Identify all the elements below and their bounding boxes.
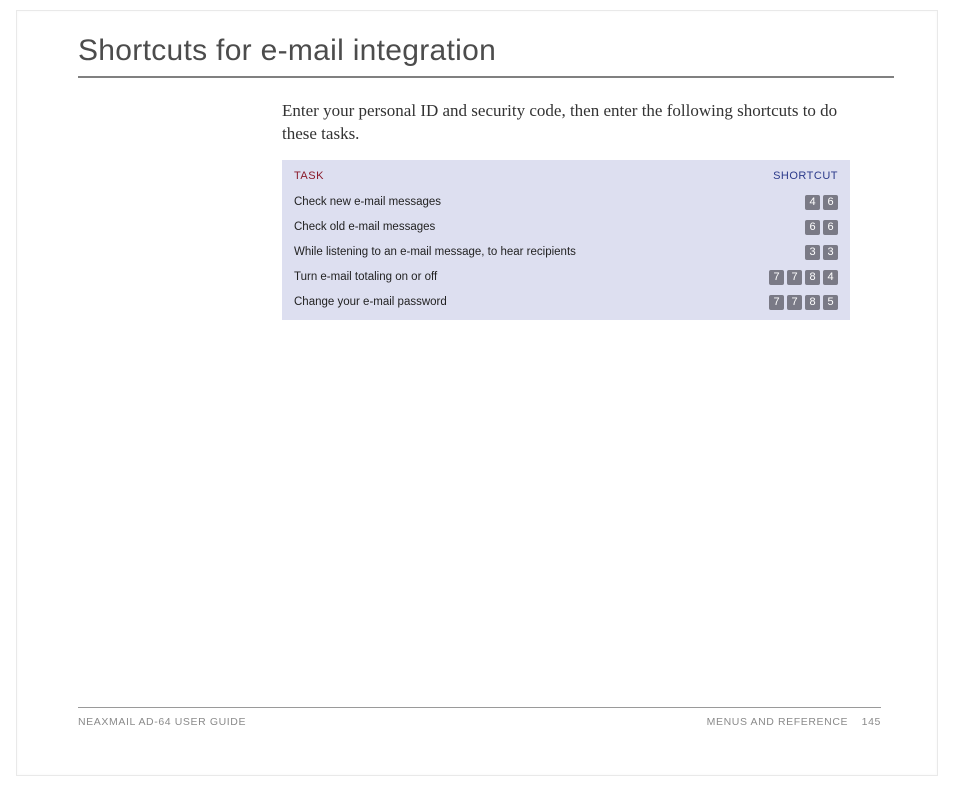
- col-header-shortcut: SHORTCUT: [714, 160, 850, 190]
- task-cell: Check old e-mail messages: [282, 215, 714, 240]
- key-icon: 6: [823, 220, 838, 235]
- page-title: Shortcuts for e-mail integration: [78, 34, 894, 68]
- task-cell: Turn e-mail totaling on or off: [282, 265, 714, 290]
- key-icon: 3: [823, 245, 838, 260]
- shortcut-cell: 46: [714, 190, 850, 215]
- col-header-task: TASK: [282, 160, 714, 190]
- task-cell: While listening to an e-mail message, to…: [282, 240, 714, 265]
- content-block: Enter your personal ID and security code…: [282, 100, 850, 320]
- key-icon: 6: [805, 220, 820, 235]
- shortcuts-table: TASK SHORTCUT Check new e-mail messages4…: [282, 160, 850, 320]
- footer-rule: [78, 707, 881, 708]
- footer-section: MENUS AND REFERENCE: [707, 716, 849, 728]
- key-icon: 3: [805, 245, 820, 260]
- footer-left: NEAXMAIL AD-64 USER GUIDE: [78, 716, 246, 728]
- task-cell: Change your e-mail password: [282, 290, 714, 320]
- page-body: Shortcuts for e-mail integration Enter y…: [0, 0, 954, 786]
- key-icon: 4: [805, 195, 820, 210]
- intro-text: Enter your personal ID and security code…: [282, 100, 850, 146]
- task-cell: Check new e-mail messages: [282, 190, 714, 215]
- shortcut-cell: 66: [714, 215, 850, 240]
- key-icon: 7: [769, 295, 784, 310]
- shortcut-cell: 7785: [714, 290, 850, 320]
- key-icon: 7: [787, 295, 802, 310]
- page-footer: NEAXMAIL AD-64 USER GUIDE MENUS AND REFE…: [78, 707, 881, 728]
- footer-page-number: 145: [862, 716, 881, 728]
- key-icon: 7: [769, 270, 784, 285]
- title-rule: [78, 76, 894, 78]
- table-row: Check new e-mail messages46: [282, 190, 850, 215]
- table-row: Change your e-mail password7785: [282, 290, 850, 320]
- key-icon: 6: [823, 195, 838, 210]
- key-icon: 4: [823, 270, 838, 285]
- key-icon: 7: [787, 270, 802, 285]
- key-icon: 8: [805, 295, 820, 310]
- key-icon: 8: [805, 270, 820, 285]
- table-row: Check old e-mail messages66: [282, 215, 850, 240]
- shortcut-cell: 7784: [714, 265, 850, 290]
- table-row: Turn e-mail totaling on or off7784: [282, 265, 850, 290]
- shortcuts-tbody: Check new e-mail messages46Check old e-m…: [282, 190, 850, 320]
- shortcut-cell: 33: [714, 240, 850, 265]
- key-icon: 5: [823, 295, 838, 310]
- table-row: While listening to an e-mail message, to…: [282, 240, 850, 265]
- footer-right: MENUS AND REFERENCE 145: [707, 716, 881, 728]
